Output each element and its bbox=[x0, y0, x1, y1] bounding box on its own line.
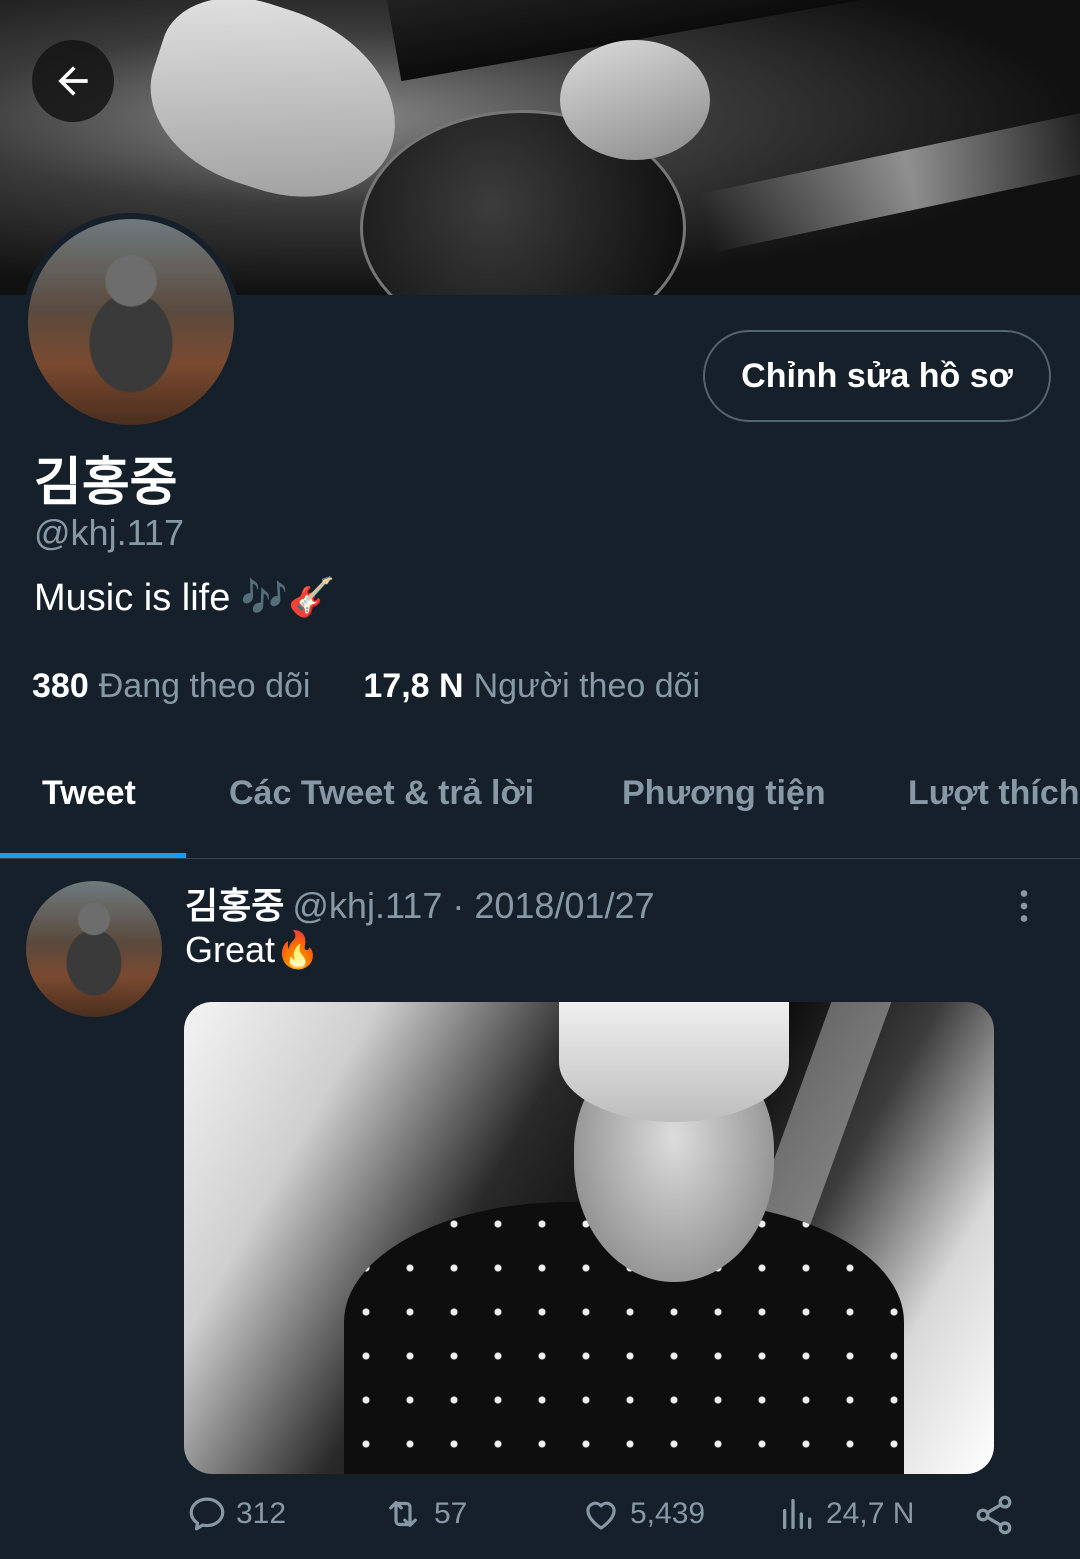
arrow-left-icon bbox=[58, 66, 88, 96]
tweet-actions: 312 57 5,439 24,7 N bbox=[0, 1493, 1080, 1543]
active-tab-indicator bbox=[0, 853, 186, 858]
edit-profile-button[interactable]: Chỉnh sửa hồ sơ bbox=[703, 330, 1051, 422]
followers-link[interactable]: 17,8 N Người theo dõi bbox=[363, 667, 700, 705]
like-button[interactable]: 5,439 bbox=[580, 1493, 705, 1535]
reply-icon bbox=[189, 1497, 225, 1531]
banner-hand bbox=[560, 40, 710, 160]
profile-bio: Music is life 🎶🎸 bbox=[34, 577, 336, 619]
following-label: Đang theo dõi bbox=[98, 667, 311, 705]
tab-tweets[interactable]: Tweet bbox=[42, 774, 136, 813]
reply-count: 312 bbox=[236, 1497, 287, 1530]
tweet-header: 김홍중 @khj.117 · 2018/01/27 bbox=[185, 884, 655, 928]
profile-stats: 380 Đang theo dõi 17,8 N Người theo dõi bbox=[32, 664, 700, 708]
like-count: 5,439 bbox=[630, 1497, 706, 1530]
more-vertical-icon bbox=[1020, 890, 1028, 922]
reply-button[interactable]: 312 bbox=[186, 1493, 286, 1535]
profile-name: 김홍중 bbox=[34, 454, 178, 512]
tweet-author-name[interactable]: 김홍중 bbox=[185, 885, 284, 926]
followers-count: 17,8 N bbox=[363, 667, 464, 705]
heart-icon bbox=[586, 1501, 616, 1530]
banner-light-streak bbox=[698, 106, 1080, 254]
tab-likes[interactable]: Lượt thích bbox=[908, 774, 1080, 813]
tweet-more-button[interactable] bbox=[1004, 886, 1044, 926]
tab-media[interactable]: Phương tiện bbox=[622, 774, 826, 813]
followers-label: Người theo dõi bbox=[473, 667, 701, 705]
following-count: 380 bbox=[32, 667, 89, 705]
retweet-button[interactable]: 57 bbox=[380, 1493, 467, 1535]
back-button[interactable] bbox=[32, 40, 114, 122]
profile-tabs: Tweet Các Tweet & trả lời Phương tiện Lư… bbox=[0, 740, 1080, 859]
photo-hair bbox=[559, 1002, 789, 1122]
tweet-meta: @khj.117 · 2018/01/27 bbox=[292, 885, 655, 926]
views-button[interactable]: 24,7 N bbox=[778, 1493, 914, 1535]
views-count: 24,7 N bbox=[826, 1497, 915, 1530]
retweet-icon bbox=[389, 1501, 417, 1527]
tweet-avatar[interactable] bbox=[26, 881, 162, 1017]
profile-handle: @khj.117 bbox=[34, 512, 184, 553]
tab-tweets-replies[interactable]: Các Tweet & trả lời bbox=[229, 774, 534, 813]
tweet-media-image[interactable] bbox=[184, 1002, 994, 1474]
profile-avatar[interactable] bbox=[22, 213, 240, 431]
retweet-count: 57 bbox=[434, 1497, 468, 1530]
share-icon bbox=[976, 1495, 1012, 1535]
banner-guitar-neck bbox=[380, 0, 1080, 82]
following-link[interactable]: 380 Đang theo dõi bbox=[32, 667, 320, 705]
tweet-text: Great🔥 bbox=[185, 929, 320, 970]
share-button[interactable] bbox=[972, 1493, 1024, 1537]
views-icon bbox=[783, 1499, 812, 1529]
